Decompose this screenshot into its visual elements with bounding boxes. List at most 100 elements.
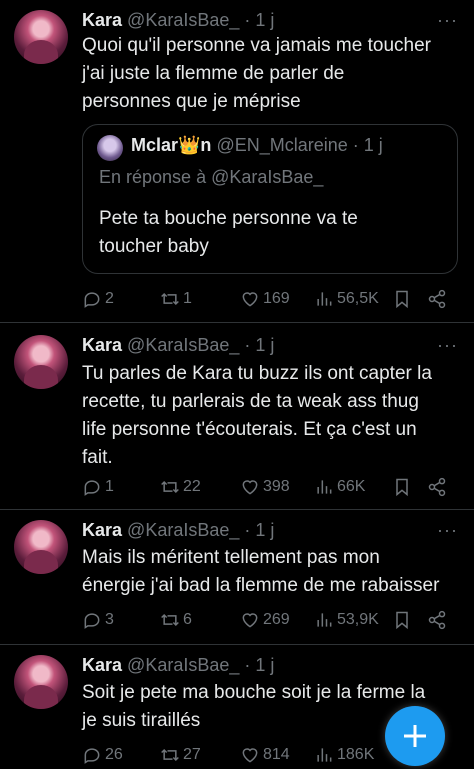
like-count: 169	[263, 290, 290, 307]
views-button[interactable]: 66K	[314, 475, 365, 499]
tweet-line: personnes que je méprise	[82, 91, 301, 112]
views-button[interactable]: 186K	[314, 743, 374, 767]
like-count: 269	[263, 611, 290, 628]
more-icon[interactable]: ···	[437, 10, 458, 31]
share-button[interactable]	[427, 475, 447, 499]
reply-count: 2	[105, 290, 114, 307]
views-icon	[317, 480, 332, 494]
quote-text: Pete ta bouche personne va te toucher ba…	[99, 205, 439, 261]
retweet-icon	[161, 613, 179, 627]
like-count: 814	[263, 746, 290, 763]
avatar[interactable]	[14, 335, 68, 389]
views-icon	[317, 613, 332, 627]
views-count: 56,5K	[337, 290, 379, 307]
tweet-actions: 1 22 398 66K	[82, 475, 454, 499]
retweet-button[interactable]: 22	[160, 475, 201, 499]
retweet-button[interactable]: 6	[160, 608, 192, 632]
compose-button[interactable]	[385, 706, 445, 766]
reply-icon	[84, 613, 100, 629]
quote-author-handle: @EN_Mclareine · 1 j	[216, 135, 383, 155]
like-button[interactable]: 398	[240, 475, 290, 499]
tweet-text: Quoi qu'il personne va jamais me toucher…	[82, 32, 464, 116]
author-handle[interactable]: @KaraIsBae_	[127, 335, 239, 355]
tweet-line: life personne t'écouterais. Et ça c'est …	[82, 419, 417, 440]
tweet-3[interactable]: Kara @KaraIsBae_ · 1 j ··· Mais ils méri…	[0, 510, 474, 645]
timestamp[interactable]: · 1 j	[244, 335, 274, 355]
reply-button[interactable]: 1	[82, 475, 114, 499]
views-button[interactable]: 53,9K	[314, 608, 379, 632]
quote-header: Mclar👑n @EN_Mclareine · 1 j	[131, 135, 383, 156]
reply-button[interactable]: 2	[82, 287, 114, 311]
author-handle[interactable]: @KaraIsBae_	[127, 655, 239, 675]
tweet-actions: 2 1 169 56,5K	[82, 287, 454, 311]
quote-reply-context: En réponse à @KaraIsBae_	[99, 167, 324, 187]
author-handle[interactable]: @KaraIsBae_	[127, 10, 239, 30]
tweet-text: Mais ils méritent tellement pas mon éner…	[82, 544, 464, 600]
retweet-button[interactable]: 1	[160, 287, 192, 311]
retweet-icon	[161, 748, 179, 762]
retweet-button[interactable]: 27	[160, 743, 201, 767]
tweet-line: fait.	[82, 447, 113, 468]
quote-avatar	[97, 135, 123, 161]
reply-button[interactable]: 26	[82, 743, 123, 767]
bookmark-button[interactable]	[392, 475, 412, 499]
tweet-line: Soit je pete ma bouche soit je la ferme …	[82, 682, 426, 703]
tweet-1[interactable]: Kara @KaraIsBae_ · 1 j ··· Quoi qu'il pe…	[0, 0, 474, 323]
tweet-header: Kara @KaraIsBae_ · 1 j	[82, 655, 274, 676]
author-name[interactable]: Kara	[82, 520, 122, 540]
tweet-2[interactable]: Kara @KaraIsBae_ · 1 j ··· Tu parles de …	[0, 323, 474, 510]
tweet-actions: 3 6 269 53,9K	[82, 608, 454, 632]
retweet-count: 27	[183, 746, 201, 763]
tweet-text: Tu parles de Kara tu buzz ils ont capter…	[82, 360, 464, 472]
like-count: 398	[263, 478, 290, 495]
like-button[interactable]: 269	[240, 608, 290, 632]
quote-author-name: Mclar👑n	[131, 135, 212, 155]
avatar[interactable]	[14, 655, 68, 709]
author-name[interactable]: Kara	[82, 10, 122, 30]
bookmark-icon	[396, 290, 408, 309]
quoted-tweet[interactable]: Mclar👑n @EN_Mclareine · 1 j En réponse à…	[82, 124, 458, 274]
tweet-line: Quoi qu'il personne va jamais me toucher	[82, 35, 431, 56]
views-button[interactable]: 56,5K	[314, 287, 379, 311]
more-icon[interactable]: ···	[437, 520, 458, 541]
tweet-line: recette, tu parlerais de ta weak ass thu…	[82, 391, 419, 412]
share-button[interactable]	[427, 287, 447, 311]
reply-count: 1	[105, 478, 114, 495]
retweet-icon	[161, 480, 179, 494]
heart-icon	[242, 613, 258, 628]
tweet-header: Kara @KaraIsBae_ · 1 j	[82, 335, 274, 356]
heart-icon	[242, 292, 258, 307]
reply-count: 26	[105, 746, 123, 763]
avatar[interactable]	[14, 520, 68, 574]
views-count: 66K	[337, 478, 366, 495]
more-icon[interactable]: ···	[437, 335, 458, 356]
quote-line: toucher baby	[99, 236, 209, 257]
bookmark-button[interactable]	[392, 608, 412, 632]
timestamp[interactable]: · 1 j	[244, 655, 274, 675]
plus-icon	[404, 725, 426, 747]
retweet-icon	[161, 292, 179, 306]
author-handle[interactable]: @KaraIsBae_	[127, 520, 239, 540]
avatar[interactable]	[14, 10, 68, 64]
bookmark-icon	[396, 478, 408, 497]
tweet-line: Tu parles de Kara tu buzz ils ont capter…	[82, 363, 432, 384]
like-button[interactable]: 814	[240, 743, 290, 767]
tweet-line: Mais ils méritent tellement pas mon	[82, 547, 380, 568]
reply-button[interactable]: 3	[82, 608, 114, 632]
share-button[interactable]	[427, 608, 447, 632]
share-icon	[428, 289, 446, 309]
retweet-count: 22	[183, 478, 201, 495]
like-button[interactable]: 169	[240, 287, 290, 311]
timestamp[interactable]: · 1 j	[244, 520, 274, 540]
reply-icon	[84, 748, 100, 764]
reply-icon	[84, 480, 100, 496]
share-icon	[428, 477, 446, 497]
timestamp[interactable]: · 1 j	[244, 10, 274, 30]
bookmark-button[interactable]	[392, 287, 412, 311]
views-count: 53,9K	[337, 611, 379, 628]
share-icon	[428, 610, 446, 630]
tweet-header: Kara @KaraIsBae_ · 1 j	[82, 10, 274, 31]
reply-icon	[84, 292, 100, 308]
author-name[interactable]: Kara	[82, 335, 122, 355]
author-name[interactable]: Kara	[82, 655, 122, 675]
